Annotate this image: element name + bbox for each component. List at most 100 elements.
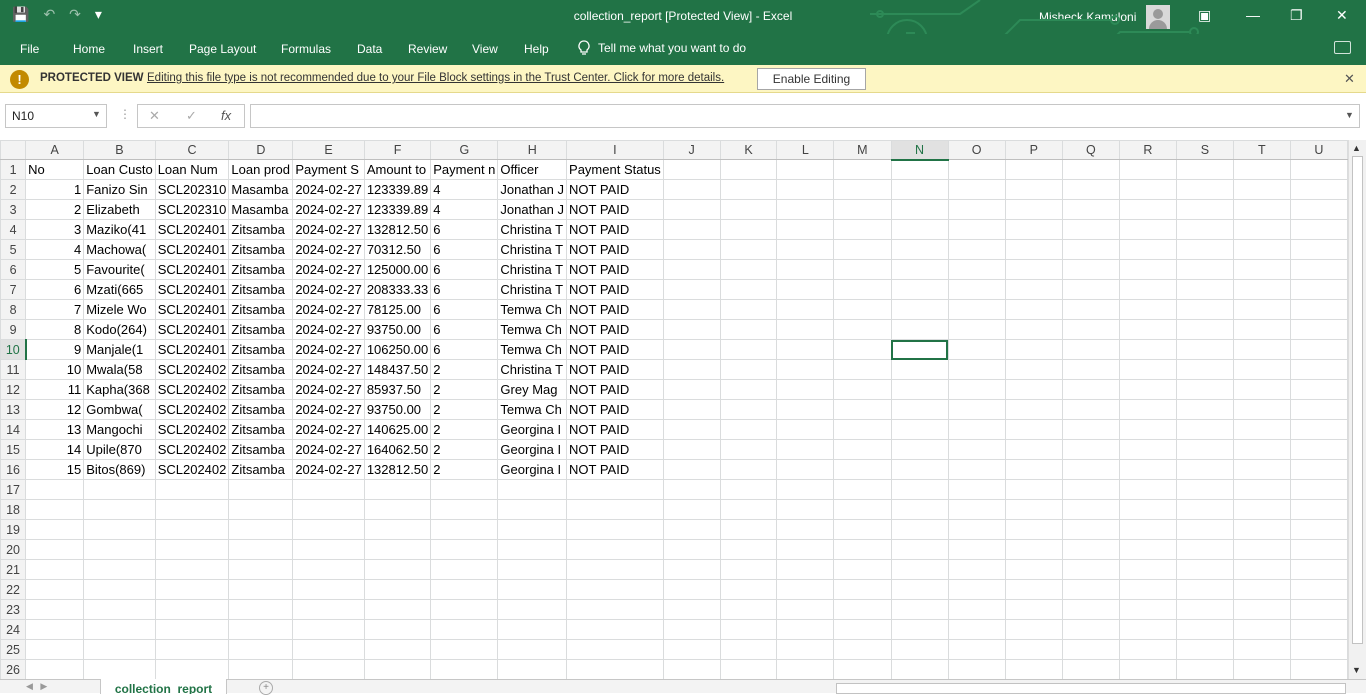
cell[interactable]: [1004, 459, 1063, 480]
cell[interactable]: Kapha(368: [83, 379, 156, 400]
cell[interactable]: [719, 639, 778, 660]
cell[interactable]: 2024-02-27: [292, 459, 365, 480]
cell[interactable]: [25, 579, 85, 600]
cell[interactable]: [1061, 579, 1120, 600]
cell[interactable]: [1289, 539, 1348, 560]
cell[interactable]: [776, 459, 835, 480]
cell[interactable]: [228, 599, 294, 620]
cell[interactable]: [890, 459, 949, 480]
cell[interactable]: 9: [25, 339, 85, 360]
cell[interactable]: [947, 379, 1006, 400]
cell[interactable]: [1175, 319, 1234, 340]
cell[interactable]: Mangochi: [83, 419, 156, 440]
cell[interactable]: [1289, 599, 1348, 620]
cell[interactable]: [719, 659, 778, 680]
cell[interactable]: [947, 559, 1006, 580]
cell[interactable]: [1289, 339, 1348, 360]
cell[interactable]: [947, 439, 1006, 460]
cell[interactable]: SCL202401: [154, 279, 230, 300]
cell[interactable]: Zitsamba: [228, 279, 294, 300]
cell[interactable]: [1232, 379, 1291, 400]
cell[interactable]: [228, 479, 294, 500]
cell[interactable]: [1004, 579, 1063, 600]
cell[interactable]: [1061, 159, 1120, 180]
cell[interactable]: [1232, 619, 1291, 640]
cell[interactable]: [833, 519, 892, 540]
cell[interactable]: [1289, 259, 1348, 280]
row-header[interactable]: 10: [0, 339, 27, 360]
column-header-j[interactable]: J: [662, 140, 721, 160]
cell[interactable]: [1118, 379, 1177, 400]
cell[interactable]: [890, 179, 949, 200]
cell[interactable]: [430, 599, 499, 620]
cell[interactable]: [1004, 599, 1063, 620]
cell[interactable]: 2024-02-27: [292, 239, 365, 260]
cell[interactable]: [83, 559, 156, 580]
cell[interactable]: [1175, 179, 1234, 200]
cell[interactable]: [1004, 639, 1063, 660]
cell[interactable]: [154, 519, 230, 540]
cell[interactable]: Masamba: [228, 199, 294, 220]
column-header-b[interactable]: B: [83, 140, 156, 160]
cell[interactable]: Officer: [497, 159, 568, 180]
cell[interactable]: [1061, 419, 1120, 440]
row-header[interactable]: 6: [0, 259, 27, 280]
cell[interactable]: [566, 539, 664, 560]
horizontal-scrollbar[interactable]: [836, 683, 1346, 694]
cell[interactable]: [25, 519, 85, 540]
cell[interactable]: [719, 339, 778, 360]
enable-editing-button[interactable]: Enable Editing: [757, 68, 866, 90]
column-header-q[interactable]: Q: [1061, 140, 1120, 160]
cell[interactable]: [1118, 279, 1177, 300]
column-header-c[interactable]: C: [154, 140, 230, 160]
row-header[interactable]: 17: [0, 479, 27, 500]
cell[interactable]: [833, 619, 892, 640]
cell[interactable]: 14: [25, 439, 85, 460]
cell[interactable]: [1118, 619, 1177, 640]
cell[interactable]: 2024-02-27: [292, 419, 365, 440]
cell[interactable]: [662, 339, 721, 360]
cell[interactable]: [1061, 279, 1120, 300]
cell[interactable]: [83, 639, 156, 660]
cell[interactable]: [1004, 479, 1063, 500]
cell[interactable]: [154, 619, 230, 640]
cell[interactable]: 140625.00: [363, 419, 432, 440]
row-header[interactable]: 19: [0, 519, 27, 540]
minimize-icon[interactable]: —: [1246, 7, 1260, 23]
cell[interactable]: 2: [25, 199, 85, 220]
cell[interactable]: [566, 559, 664, 580]
cell[interactable]: [1289, 499, 1348, 520]
cell[interactable]: [430, 619, 499, 640]
cell[interactable]: Christina T: [497, 259, 568, 280]
cell[interactable]: [947, 219, 1006, 240]
cell[interactable]: [1175, 639, 1234, 660]
cell[interactable]: [662, 479, 721, 500]
cell[interactable]: [154, 499, 230, 520]
cell[interactable]: [228, 619, 294, 640]
cell[interactable]: [776, 579, 835, 600]
cell[interactable]: [890, 279, 949, 300]
cell[interactable]: [662, 299, 721, 320]
cell[interactable]: NOT PAID: [566, 199, 664, 220]
cell[interactable]: [228, 519, 294, 540]
cell[interactable]: [776, 319, 835, 340]
cell[interactable]: [719, 479, 778, 500]
cell[interactable]: [1004, 239, 1063, 260]
cell[interactable]: [890, 519, 949, 540]
cell[interactable]: [833, 599, 892, 620]
cell[interactable]: [363, 599, 432, 620]
cell[interactable]: SCL202401: [154, 259, 230, 280]
cell[interactable]: [776, 159, 835, 180]
close-icon[interactable]: ✕: [1336, 7, 1348, 24]
cell[interactable]: [833, 199, 892, 220]
cell[interactable]: [566, 479, 664, 500]
cell[interactable]: 6: [430, 279, 499, 300]
cell[interactable]: [566, 579, 664, 600]
cell[interactable]: Maziko(41: [83, 219, 156, 240]
cell[interactable]: SCL202402: [154, 379, 230, 400]
cell[interactable]: Zitsamba: [228, 459, 294, 480]
row-header[interactable]: 2: [0, 179, 27, 200]
tab-data[interactable]: Data: [357, 42, 382, 56]
cell[interactable]: [1175, 259, 1234, 280]
cell[interactable]: NOT PAID: [566, 439, 664, 460]
